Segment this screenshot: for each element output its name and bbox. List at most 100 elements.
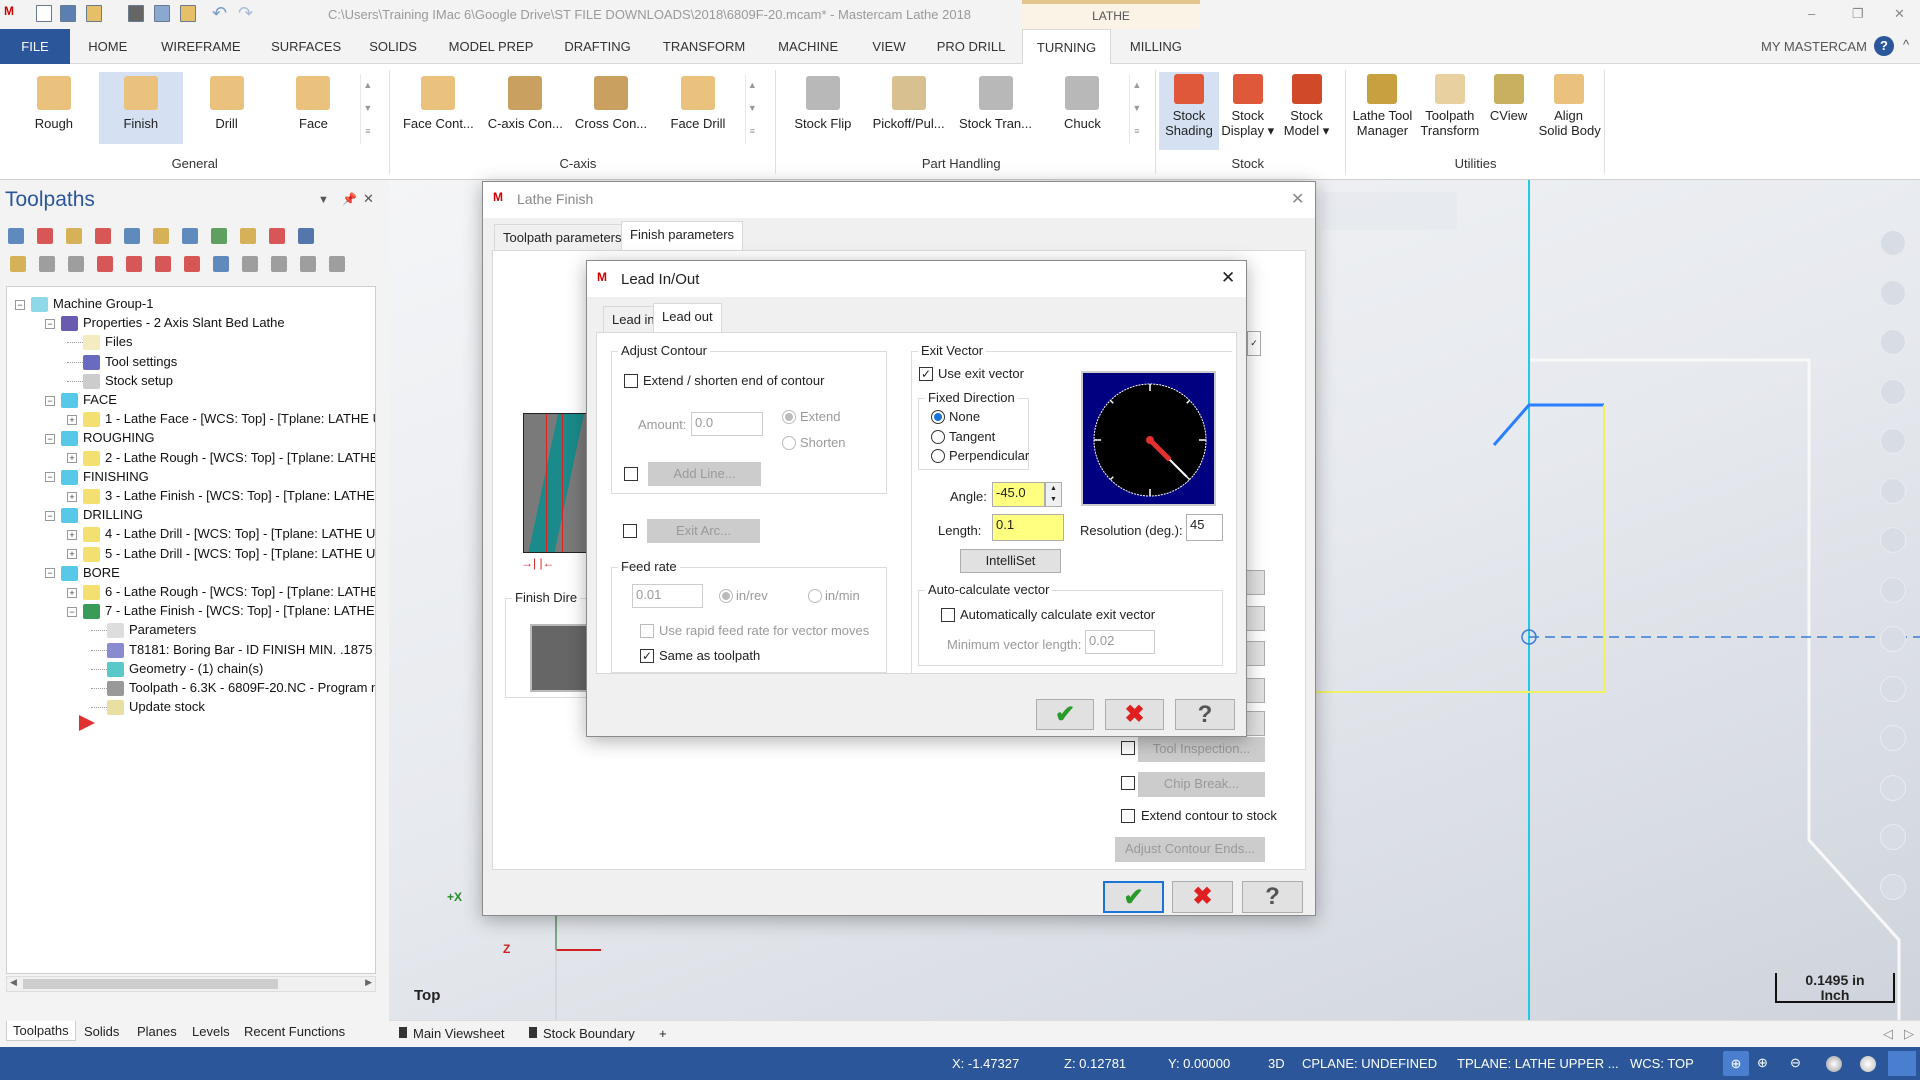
tree-item[interactable]: − FINISHING: [45, 467, 149, 486]
deselect-icon[interactable]: [37, 228, 53, 244]
move-insert-icon[interactable]: [184, 256, 200, 272]
cplane-selector[interactable]: CPLANE: UNDEFINED: [1302, 1056, 1437, 1071]
close-window-button[interactable]: ✕: [1894, 6, 1905, 22]
angle-input[interactable]: -45.0: [992, 482, 1045, 507]
redo-icon[interactable]: ↷: [238, 3, 253, 24]
hidden-button-4[interactable]: [1245, 678, 1265, 703]
hidden-button-5[interactable]: [1245, 711, 1265, 736]
tree-item[interactable]: Geometry - (1) chain(s): [91, 659, 263, 678]
tab-turning[interactable]: TURNING: [1022, 29, 1112, 65]
regen-icon[interactable]: [66, 228, 82, 244]
help-icon[interactable]: [298, 228, 314, 244]
extend-shorten-checkbox[interactable]: [624, 374, 638, 388]
extend-radio[interactable]: [782, 410, 796, 424]
select-all-icon[interactable]: [8, 228, 24, 244]
hide-icon[interactable]: [1880, 873, 1906, 900]
length-input[interactable]: 0.1: [992, 514, 1064, 541]
panel-tab-recent-functions[interactable]: Recent Functions: [244, 1024, 345, 1039]
y-coordinate[interactable]: Y: 0.00000: [1168, 1056, 1230, 1071]
manage-icon[interactable]: [300, 256, 316, 272]
panel-tab-planes[interactable]: Planes: [137, 1024, 177, 1039]
exit-arc-button[interactable]: Exit Arc...: [647, 519, 760, 543]
resolution-input[interactable]: 45: [1186, 514, 1223, 541]
tree-item[interactable]: − BORE: [45, 563, 120, 582]
shaded-icon[interactable]: [1826, 1056, 1842, 1072]
analyze-icon[interactable]: [1880, 576, 1906, 603]
close-icon[interactable]: ✕: [1221, 268, 1235, 288]
fit-icon[interactable]: [1880, 329, 1906, 355]
tree-item[interactable]: − FACE: [45, 390, 117, 409]
auto-calculate-checkbox[interactable]: [941, 608, 955, 622]
expand-toggle-icon[interactable]: −: [45, 433, 55, 444]
insert-arrow-icon[interactable]: [79, 715, 95, 731]
viewsheet-tab-stock-boundary[interactable]: Stock Boundary: [529, 1026, 635, 1041]
none-radio[interactable]: [931, 410, 945, 424]
undo-icon[interactable]: ↶: [212, 3, 227, 24]
translucency-icon[interactable]: [1888, 1051, 1916, 1076]
exit-arc-checkbox[interactable]: [623, 524, 637, 538]
add-line-button[interactable]: Add Line...: [648, 462, 761, 486]
ribbon-button-cross-con[interactable]: Cross Con...: [569, 72, 653, 144]
tplane-selector[interactable]: TPLANE: LATHE UPPER ...: [1457, 1056, 1619, 1071]
toggle-post-icon[interactable]: [68, 256, 84, 272]
tool-inspection-checkbox[interactable]: [1121, 741, 1135, 755]
tree-item[interactable]: +4 - Lathe Drill - [WCS: Top] - [Tplane:…: [67, 524, 375, 543]
dimension-icon[interactable]: [1880, 477, 1906, 504]
post-icon[interactable]: [211, 228, 227, 244]
expand-toggle-icon[interactable]: −: [67, 606, 77, 617]
expand-toggle-icon[interactable]: −: [45, 568, 55, 579]
cancel-button[interactable]: ✖: [1105, 699, 1164, 730]
insert-arrow-icon[interactable]: [155, 256, 171, 272]
tree-item[interactable]: − Machine Group-1: [15, 294, 153, 313]
ribbon-button-stock-tran[interactable]: Stock Tran...: [954, 72, 1038, 144]
expand-toggle-icon[interactable]: +: [67, 491, 77, 502]
tab-finish-parameters[interactable]: Finish parameters: [621, 221, 744, 251]
my-mastercam-link[interactable]: MY MASTERCAM: [1761, 39, 1867, 54]
tree-item[interactable]: T8181: Boring Bar - ID FINISH MIN. .1875…: [91, 640, 375, 659]
adjust-contour-ends-button[interactable]: Adjust Contour Ends...: [1115, 837, 1265, 862]
ribbon-button-align-solid-body[interactable]: Align Solid Body: [1539, 72, 1601, 150]
viewsheet-scroll-right[interactable]: ▷: [1904, 1026, 1914, 1042]
levels-icon[interactable]: [1880, 675, 1906, 702]
tree-item[interactable]: Toolpath - 6.3K - 6809F-20.NC - Program …: [91, 678, 375, 697]
ribbon-gallery-scroll[interactable]: ▲ ▼ ≡: [744, 74, 759, 144]
tree-item[interactable]: − Properties - 2 Axis Slant Bed Lathe: [45, 313, 285, 332]
unzoom-icon[interactable]: [1880, 279, 1906, 306]
expand-toggle-icon[interactable]: +: [67, 414, 77, 425]
tree-item[interactable]: Update stock: [91, 697, 205, 716]
hidden-button-1[interactable]: [1245, 570, 1265, 595]
min-vector-length-input[interactable]: 0.02: [1085, 630, 1155, 654]
ribbon-button-rough[interactable]: Rough: [12, 72, 96, 144]
tab-view[interactable]: VIEW: [858, 29, 920, 64]
angle-spinner[interactable]: ▲ ▼: [1045, 482, 1062, 507]
tree-item[interactable]: +5 - Lathe Drill - [WCS: Top] - [Tplane:…: [67, 544, 375, 563]
tree-item[interactable]: +1 - Lathe Face - [WCS: Top] - [Tplane: …: [67, 409, 375, 428]
collapse-ribbon-icon[interactable]: ^: [1903, 37, 1909, 52]
measure-icon[interactable]: [1880, 527, 1906, 553]
rotate-icon[interactable]: [1880, 378, 1906, 405]
filter-icon[interactable]: [271, 256, 287, 272]
verify-icon[interactable]: [153, 228, 169, 244]
pin-icon[interactable]: 📌: [342, 192, 357, 206]
dropdown-icon[interactable]: ✓: [1247, 331, 1261, 356]
chip-break-button[interactable]: Chip Break...: [1138, 772, 1265, 797]
open-icon[interactable]: [86, 5, 102, 22]
collapse-icon[interactable]: [242, 256, 258, 272]
ribbon-button-face[interactable]: Face: [271, 72, 355, 144]
ribbon-button-stock-model[interactable]: Stock Model ▾: [1277, 72, 1337, 150]
amount-input[interactable]: 0.0: [691, 412, 763, 436]
viewsheet-tab-add[interactable]: +: [659, 1026, 667, 1041]
perpendicular-radio[interactable]: [931, 449, 945, 463]
tab-home[interactable]: HOME: [77, 29, 139, 64]
in-rev-radio[interactable]: [719, 589, 733, 603]
save-icon[interactable]: [60, 5, 76, 22]
help-button[interactable]: ?: [1175, 699, 1235, 730]
expand-toggle-icon[interactable]: −: [45, 510, 55, 521]
use-exit-vector-checkbox[interactable]: ✓: [919, 367, 933, 381]
intelliset-button[interactable]: IntelliSet: [960, 549, 1061, 573]
wcs-selector[interactable]: WCS: TOP: [1630, 1056, 1694, 1071]
ribbon-button-stock-flip[interactable]: Stock Flip: [781, 72, 865, 144]
expand-toggle-icon[interactable]: +: [67, 587, 77, 598]
tool-inspection-button[interactable]: Tool Inspection...: [1138, 737, 1265, 762]
ribbon-button-lathe-tool-manager[interactable]: Lathe Tool Manager: [1352, 72, 1412, 150]
